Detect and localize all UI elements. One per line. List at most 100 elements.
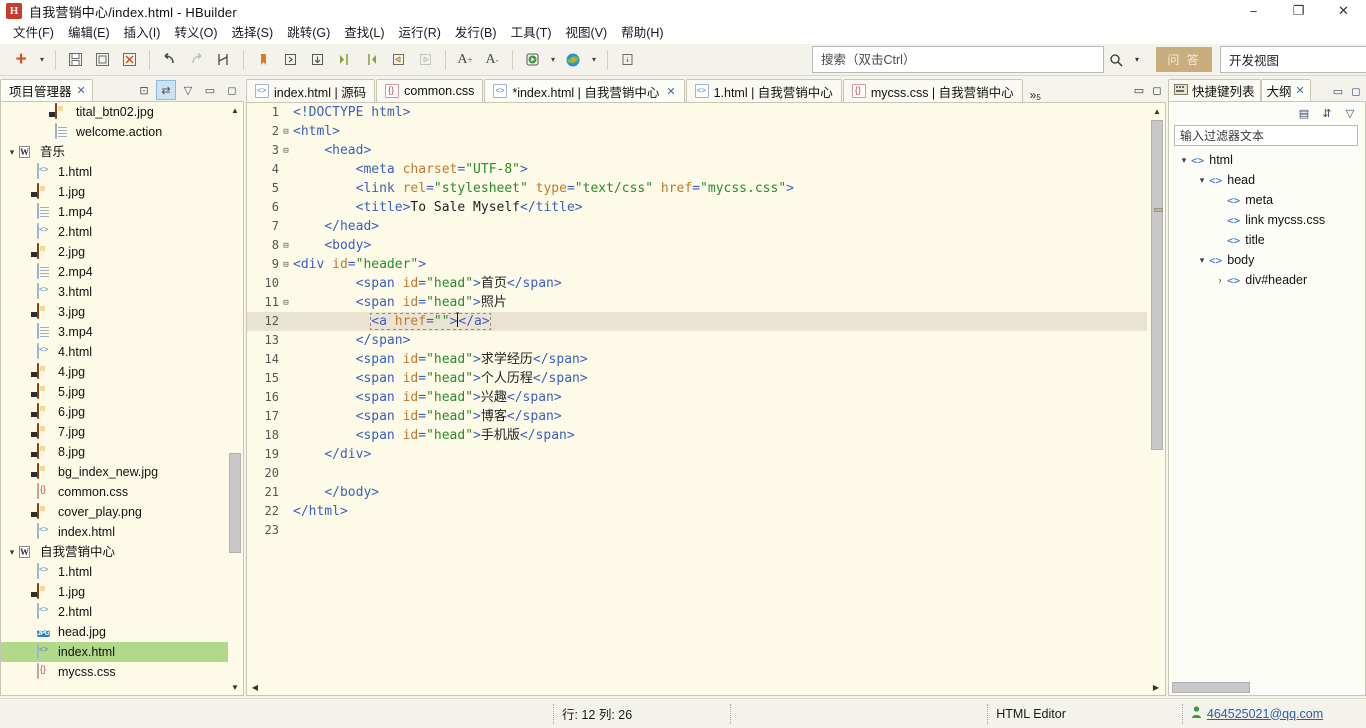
save-icon[interactable] <box>62 48 88 72</box>
expand-twisty-icon[interactable]: ▾ <box>5 547 19 558</box>
outline-item[interactable]: › <> div#header <box>1169 270 1365 290</box>
maximize-icon[interactable]: ◻ <box>222 80 242 100</box>
editor-tab[interactable]: index.html | 源码 <box>246 79 376 102</box>
code-line[interactable]: 5 <link rel="stylesheet" type="text/css"… <box>247 179 1147 198</box>
expand-twisty-icon[interactable]: ▾ <box>1177 155 1191 166</box>
search-dropdown-caret-icon[interactable]: ▾ <box>1128 46 1146 73</box>
code-line[interactable]: 11 ⊟ <span id="head">照片 <box>247 293 1147 312</box>
close-icon[interactable]: ✕ <box>77 84 86 97</box>
tree-item[interactable]: 5.jpg <box>1 382 229 402</box>
tree-item[interactable]: 1.html <box>1 162 229 182</box>
view-menu-icon[interactable]: ▽ <box>1341 104 1359 122</box>
tree-item[interactable]: cover_play.png <box>1 502 229 522</box>
code-editor[interactable]: 1 <!DOCTYPE html> 2 ⊟ <html> 3 ⊟ <head> 4 <meta… <box>246 102 1166 696</box>
code-line[interactable]: 23 <box>247 521 1147 540</box>
scroll-up-icon[interactable]: ▲ <box>228 103 242 117</box>
scrollbar-thumb[interactable] <box>1172 682 1250 693</box>
outline-item[interactable]: <> link mycss.css <box>1169 210 1365 230</box>
code-line[interactable]: 2 ⊟ <html> <box>247 122 1147 141</box>
code-line[interactable]: 20 <box>247 464 1147 483</box>
menu-item-1[interactable]: 编辑(E) <box>61 23 117 43</box>
sort-icon[interactable]: ⇵ <box>1318 104 1336 122</box>
tree-item[interactable]: 1.jpg <box>1 582 229 602</box>
code-lines[interactable]: 1 <!DOCTYPE html> 2 ⊟ <html> 3 ⊟ <head> 4 <meta… <box>247 103 1147 540</box>
font-decrease-icon[interactable]: A- <box>479 48 505 72</box>
menu-item-0[interactable]: 文件(F) <box>6 23 61 43</box>
code-line[interactable]: 14 <span id="head">求学经历</span> <box>247 350 1147 369</box>
menu-item-4[interactable]: 选择(S) <box>225 23 281 43</box>
fold-toggle-icon[interactable]: ⊟ <box>279 294 293 313</box>
more-tabs-icon[interactable]: » 5 <box>1024 79 1047 102</box>
run-caret-icon[interactable]: ▾ <box>546 48 560 72</box>
tree-item[interactable]: 3.html <box>1 282 229 302</box>
tree-item[interactable]: index.html <box>1 642 229 662</box>
view-mode-select[interactable]: 开发视图 ⌄ <box>1220 46 1366 73</box>
minimize-icon[interactable]: ▭ <box>200 80 220 100</box>
code-line[interactable]: 15 <span id="head">个人历程</span> <box>247 369 1147 388</box>
view-menu-icon[interactable]: ▽ <box>178 80 198 100</box>
scroll-down-icon[interactable]: ▼ <box>228 680 242 694</box>
tree-item[interactable]: 2.html <box>1 602 229 622</box>
code-line[interactable]: 17 <span id="head">博客</span> <box>247 407 1147 426</box>
outline-item[interactable]: <> title <box>1169 230 1365 250</box>
tree-item[interactable]: 2.html <box>1 222 229 242</box>
editor-vertical-scrollbar[interactable]: ▲ ▼ <box>1150 104 1164 694</box>
code-line[interactable]: 9 ⊟ <div id="header"> <box>247 255 1147 274</box>
tree-item[interactable]: mycss.css <box>1 662 229 682</box>
tree-item[interactable]: 4.jpg <box>1 362 229 382</box>
editor-tab[interactable]: 1.html | 自我营销中心 <box>685 79 842 102</box>
outline-item[interactable]: ▾ <> html <box>1169 150 1365 170</box>
tree-item[interactable]: welcome.action <box>1 122 229 142</box>
code-line[interactable]: 4 <meta charset="UTF-8"> <box>247 160 1147 179</box>
info-icon[interactable] <box>614 48 640 72</box>
tree-item[interactable]: 2.jpg <box>1 242 229 262</box>
minimize-icon[interactable]: ▭ <box>1329 82 1347 100</box>
search-icon[interactable] <box>1104 46 1128 73</box>
tree-item[interactable]: 3.jpg <box>1 302 229 322</box>
close-icon[interactable]: ✕ <box>1296 84 1305 97</box>
outline-filter-input[interactable] <box>1174 125 1358 146</box>
ask-button[interactable]: 问 答 <box>1156 47 1212 72</box>
browser-preview-icon[interactable] <box>560 48 586 72</box>
save-close-icon[interactable] <box>116 48 142 72</box>
outline-horizontal-scrollbar[interactable] <box>1170 681 1364 694</box>
tree-item[interactable]: 7.jpg <box>1 422 229 442</box>
outline-tab[interactable]: 快捷键列表 <box>1168 79 1261 101</box>
collapse-all-icon[interactable]: ⊡ <box>134 80 154 100</box>
code-line[interactable]: 3 ⊟ <head> <box>247 141 1147 160</box>
browser-caret-icon[interactable]: ▾ <box>587 48 601 72</box>
menu-item-5[interactable]: 跳转(G) <box>280 23 337 43</box>
code-line[interactable]: 10 <span id="head">首页</span> <box>247 274 1147 293</box>
scrollbar-thumb[interactable] <box>229 453 241 553</box>
menu-item-8[interactable]: 发行(B) <box>448 23 504 43</box>
editor-minimize-icon[interactable]: ▭ <box>1130 79 1148 102</box>
save-all-icon[interactable] <box>89 48 115 72</box>
search-input[interactable] <box>812 46 1104 73</box>
outline-item[interactable]: ▾ <> head <box>1169 170 1365 190</box>
outline-tab[interactable]: 大纲 ✕ <box>1260 79 1311 101</box>
code-line[interactable]: 8 ⊟ <body> <box>247 236 1147 255</box>
new-file-caret-icon[interactable]: ▾ <box>35 48 49 72</box>
code-line[interactable]: 6 <title>To Sale Myself</title> <box>247 198 1147 217</box>
fold-toggle-icon[interactable]: ⊟ <box>279 237 293 256</box>
code-line[interactable]: 1 <!DOCTYPE html> <box>247 103 1147 122</box>
undo-icon[interactable] <box>156 48 182 72</box>
tab-project-explorer[interactable]: 项目管理器 ✕ <box>0 79 93 101</box>
tree-item[interactable]: 1.html <box>1 562 229 582</box>
tree-item[interactable]: ▾ W 自我营销中心 <box>1 542 229 562</box>
code-line[interactable]: 12 <a href=""></a> <box>247 312 1147 331</box>
menu-item-9[interactable]: 工具(T) <box>504 23 559 43</box>
code-line[interactable]: 19 </div> <box>247 445 1147 464</box>
expand-twisty-icon[interactable]: ▾ <box>1195 175 1209 186</box>
editor-horizontal-scrollbar[interactable]: ◀ ▶ <box>248 680 1163 694</box>
font-increase-icon[interactable]: A + <box>452 48 478 72</box>
prev-bookmark-icon[interactable] <box>304 48 330 72</box>
link-editor-icon[interactable]: ⇄ <box>156 80 176 100</box>
tree-item[interactable]: 6.jpg <box>1 402 229 422</box>
run-icon[interactable] <box>519 48 545 72</box>
menu-item-2[interactable]: 插入(I) <box>117 23 168 43</box>
tree-item[interactable]: tital_btn02.jpg <box>1 102 229 122</box>
outline-item[interactable]: <> meta <box>1169 190 1365 210</box>
minimize-button[interactable]: − <box>1231 0 1276 22</box>
code-line[interactable]: 13 </span> <box>247 331 1147 350</box>
